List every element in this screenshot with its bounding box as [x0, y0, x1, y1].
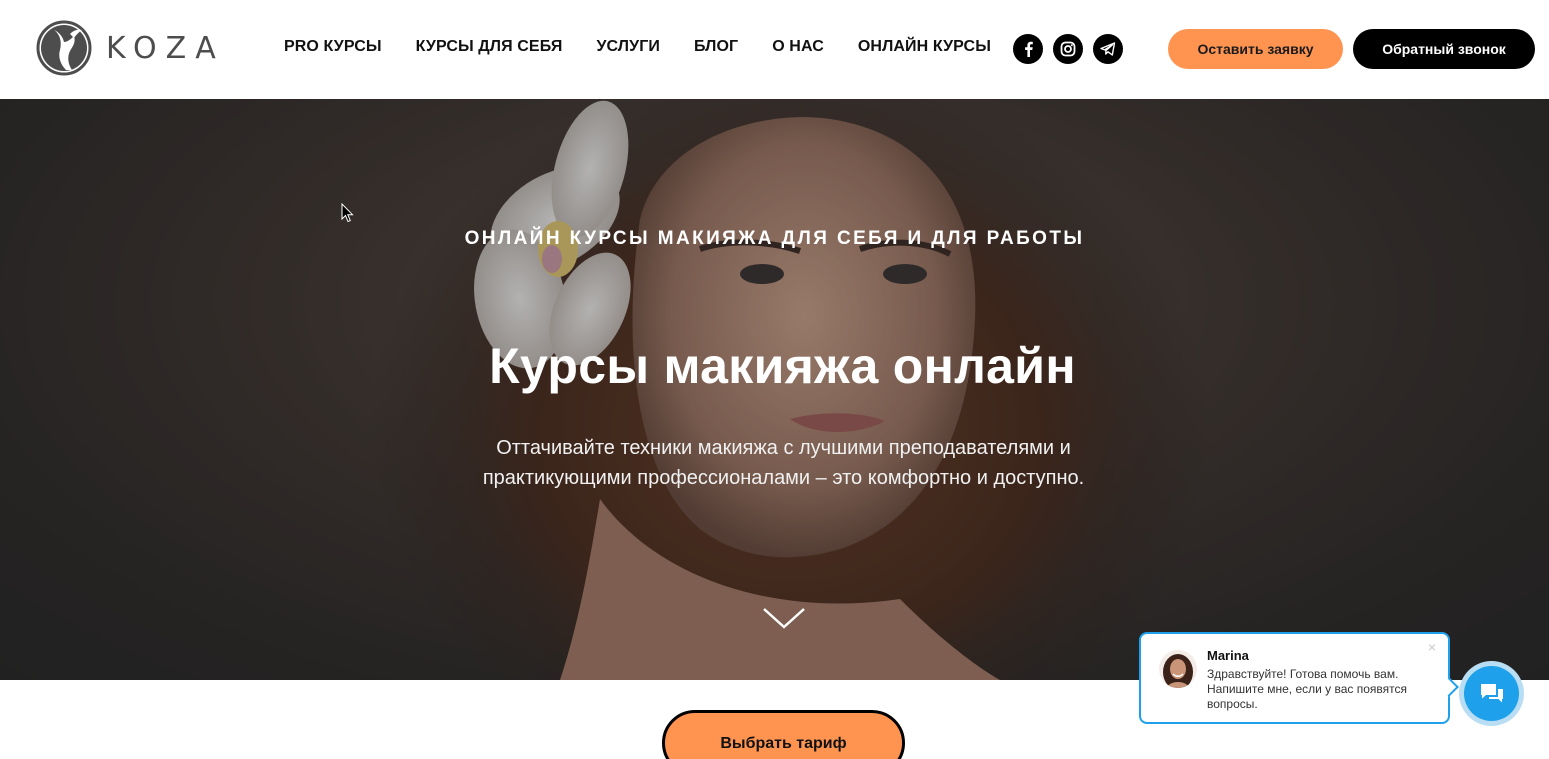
instagram-icon: [1060, 41, 1076, 57]
logo[interactable]: KOZA: [36, 20, 225, 76]
nav-item-about[interactable]: О НАС: [772, 38, 824, 56]
chat-launcher-button[interactable]: [1459, 661, 1524, 726]
main-nav: PRO КУРСЫ КУРСЫ ДЛЯ СЕБЯ УСЛУГИ БЛОГ О Н…: [284, 38, 1025, 56]
nav-item-online-courses[interactable]: ОНЛАЙН КУРСЫ: [858, 38, 991, 56]
telegram-icon: [1100, 42, 1116, 56]
nav-item-services[interactable]: УСЛУГИ: [597, 38, 660, 56]
callback-button[interactable]: Обратный звонок: [1353, 29, 1535, 69]
nav-item-blog[interactable]: БЛОГ: [694, 38, 738, 56]
instagram-link[interactable]: [1053, 34, 1083, 64]
hero-section: ОНЛАЙН КУРСЫ МАКИЯЖА ДЛЯ СЕБЯ И ДЛЯ РАБО…: [0, 99, 1549, 680]
leave-request-button[interactable]: Оставить заявку: [1168, 29, 1343, 69]
facebook-link[interactable]: [1013, 34, 1043, 64]
hero-description-line-2: практикующими профессионалами – это комф…: [482, 467, 1085, 489]
chat-popup[interactable]: Marina Здравствуйте! Готова помочь вам. …: [1139, 632, 1450, 724]
hero-title: Курсы макияжа онлайн: [489, 338, 1076, 394]
hero-subtitle: ОНЛАЙН КУРСЫ МАКИЯЖА ДЛЯ СЕБЯ И ДЛЯ РАБО…: [464, 228, 1085, 249]
close-icon[interactable]: ×: [1428, 640, 1436, 654]
nav-item-pro-courses[interactable]: PRO КУРСЫ: [284, 38, 382, 56]
mouse-cursor-icon: [341, 203, 354, 223]
goat-head-icon: [36, 20, 92, 76]
hero-description: Оттачивайте техники макияжа с лучшими пр…: [0, 433, 1549, 493]
chat-bubbles-icon: [1480, 683, 1503, 702]
telegram-link[interactable]: [1093, 34, 1123, 64]
logo-text: KOZA: [106, 30, 225, 66]
choose-tariff-label: Выбрать тариф: [720, 735, 847, 752]
facebook-icon: [1025, 41, 1033, 57]
nav-item-courses-for-self[interactable]: КУРСЫ ДЛЯ СЕБЯ: [416, 38, 563, 56]
agent-name: Marina: [1207, 648, 1249, 663]
choose-tariff-button[interactable]: Выбрать тариф: [662, 710, 905, 759]
chevron-down-icon[interactable]: [762, 607, 806, 631]
hero-description-line-1: Оттачивайте техники макияжа с лучшими пр…: [496, 437, 1071, 459]
social-links: [1013, 34, 1133, 64]
site-header: KOZA PRO КУРСЫ КУРСЫ ДЛЯ СЕБЯ УСЛУГИ БЛО…: [0, 0, 1549, 99]
chat-launcher-inner: [1464, 666, 1519, 721]
chat-message: Здравствуйте! Готова помочь вам. Напишит…: [1207, 667, 1408, 711]
agent-avatar: [1159, 650, 1197, 688]
